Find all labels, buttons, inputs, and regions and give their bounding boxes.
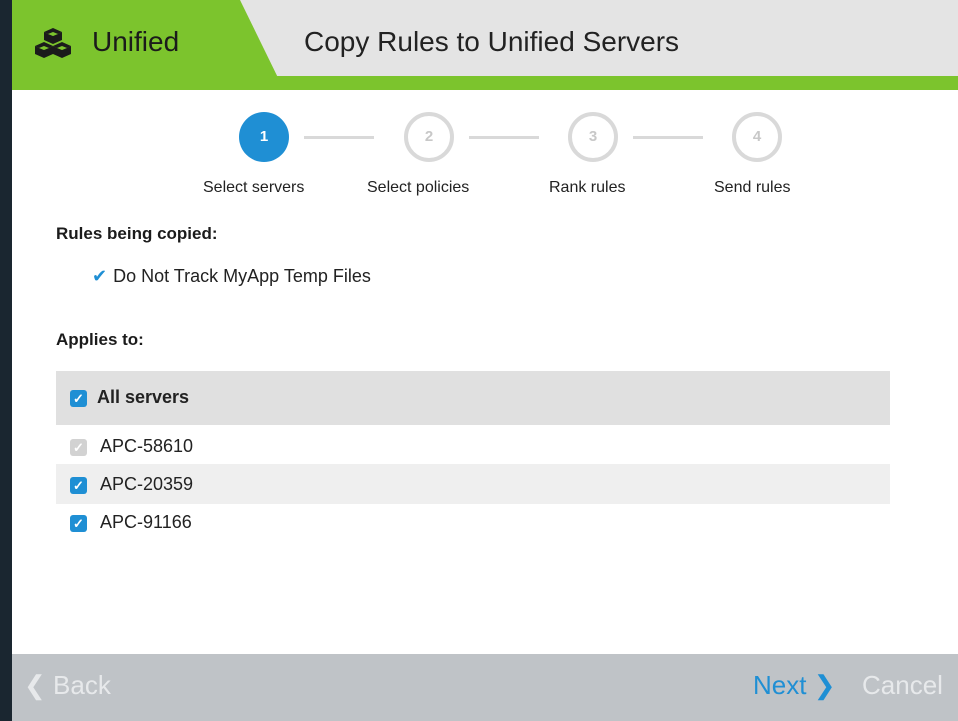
step-4-label: Send rules	[714, 179, 791, 196]
server-row: ✓ APC-20359	[56, 464, 890, 504]
all-servers-label: All servers	[97, 387, 190, 407]
dialog-footer: ❮ Back Next ❯ Cancel	[12, 654, 958, 721]
all-servers-row: ✓ All servers	[56, 371, 890, 425]
server-name: APC-58610	[100, 436, 194, 456]
server-name: APC-20359	[100, 474, 194, 494]
applies-heading: Applies to:	[56, 330, 144, 349]
server-checkbox[interactable]: ✓	[70, 515, 87, 532]
step-connector	[633, 136, 703, 139]
server-name: APC-91166	[100, 512, 192, 532]
step-1-circle: 1	[239, 112, 289, 162]
rule-name: Do Not Track MyApp Temp Files	[113, 266, 371, 286]
back-button[interactable]: ❮ Back	[24, 670, 111, 701]
step-3-label: Rank rules	[549, 179, 626, 196]
server-checkbox: ✓	[70, 439, 87, 456]
boxes-icon	[35, 28, 71, 58]
step-1-label: Select servers	[203, 179, 305, 196]
step-connector	[469, 136, 539, 139]
checkmark-icon: ✔	[92, 266, 108, 286]
copy-rules-dialog: Unified Copy Rules to Unified Servers 1 …	[12, 0, 958, 721]
all-servers-checkbox[interactable]: ✓	[70, 390, 87, 407]
cancel-button[interactable]: Cancel	[862, 670, 943, 701]
dialog-header: Unified Copy Rules to Unified Servers	[12, 0, 958, 90]
brand-name: Unified	[92, 26, 180, 57]
dialog-title: Copy Rules to Unified Servers	[304, 26, 680, 57]
rule-item: ✔ Do Not Track MyApp Temp Files	[92, 266, 371, 287]
step-3-circle: 3	[568, 112, 618, 162]
server-checkbox[interactable]: ✓	[70, 477, 87, 494]
server-row: ✓ APC-91166	[56, 503, 890, 543]
step-4-circle: 4	[732, 112, 782, 162]
rules-heading: Rules being copied:	[56, 224, 218, 243]
step-2-circle: 2	[404, 112, 454, 162]
step-connector	[304, 136, 374, 139]
server-row: ✓ APC-58610	[56, 427, 890, 467]
header-accent-strip	[12, 76, 958, 90]
next-button[interactable]: Next ❯	[753, 670, 836, 701]
chevron-right-icon: ❯	[813, 670, 836, 700]
chevron-left-icon: ❮	[24, 670, 46, 700]
step-2-label: Select policies	[367, 179, 470, 196]
